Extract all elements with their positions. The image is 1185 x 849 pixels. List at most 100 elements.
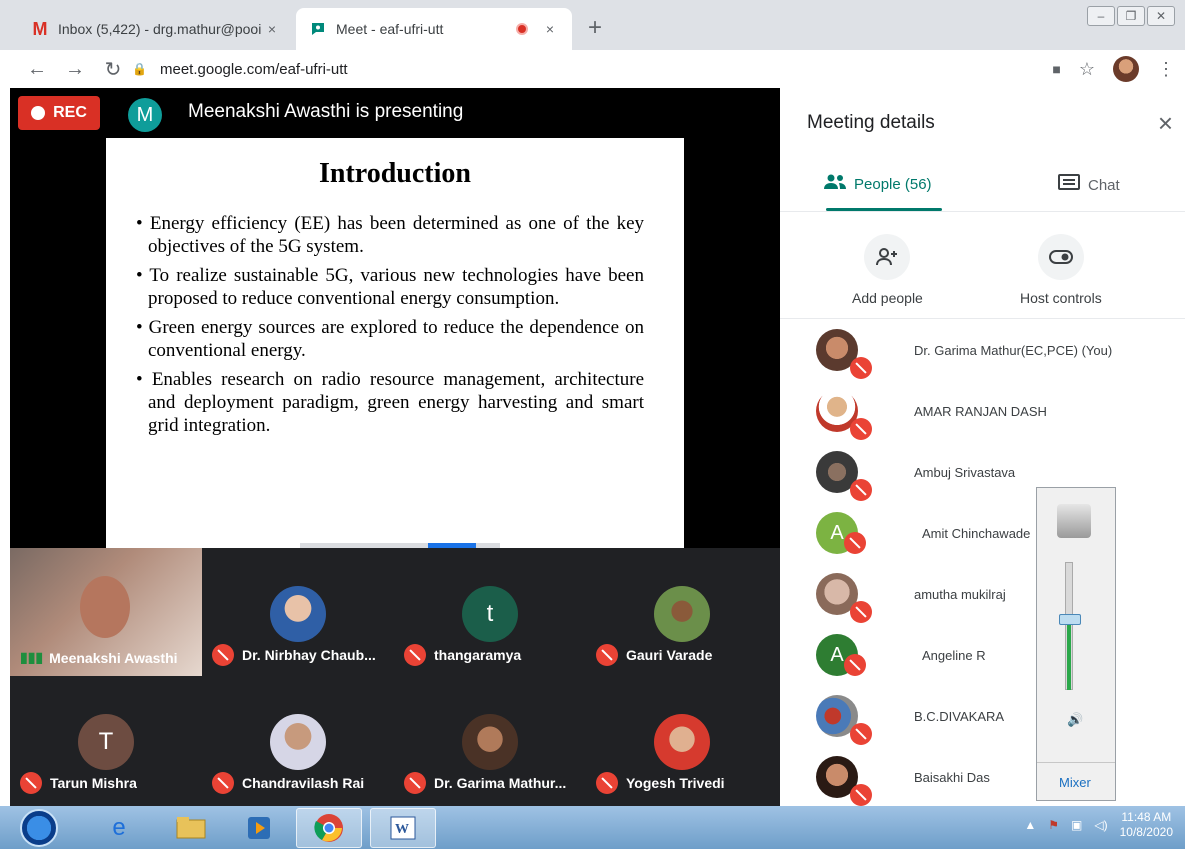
meet-icon (308, 19, 328, 39)
clock[interactable]: 11:48 AM 10/8/2020 (1120, 810, 1173, 840)
list-item[interactable]: amutha mukilraj (816, 564, 1176, 624)
avatar (816, 695, 872, 745)
speaker-mute-icon[interactable]: 🔊 (1067, 712, 1083, 728)
list-item[interactable]: AMAR RANJAN DASH (816, 381, 1176, 441)
list-item[interactable]: Baisakhi Das (816, 747, 1176, 807)
divider (780, 211, 1185, 212)
tile-label: ▮▮▮ Meenakshi Awasthi (20, 649, 178, 666)
address-bar[interactable]: 🔒 meet.google.com/eaf-ufri-utt (132, 54, 1112, 84)
host-controls-button[interactable]: Host controls (1020, 234, 1102, 306)
media-player-taskbar-icon[interactable] (226, 808, 292, 848)
mic-off-icon (850, 479, 872, 501)
start-button[interactable] (20, 809, 58, 847)
participant-name: Gauri Varade (626, 647, 713, 663)
participant-tile[interactable]: Chandravilash Rai (202, 676, 394, 804)
back-icon[interactable]: ← (18, 58, 56, 81)
participant-tile[interactable]: ▮▮▮ Meenakshi Awasthi (10, 548, 202, 676)
mic-off-icon (212, 644, 234, 666)
minimize-icon[interactable]: – (1087, 6, 1115, 26)
url-text: meet.google.com/eaf-ufri-utt (160, 60, 348, 78)
participant-tile[interactable]: T Tarun Mishra (10, 676, 202, 804)
list-item[interactable]: Ambuj Srivastava (816, 442, 1176, 502)
ie-taskbar-icon[interactable]: e (86, 808, 152, 848)
mixer-link[interactable]: Mixer (1059, 775, 1091, 790)
new-tab-button[interactable]: + (588, 14, 602, 42)
presenting-text: Meenakshi Awasthi is presenting (188, 101, 464, 122)
volume-slider-thumb[interactable] (1059, 613, 1081, 625)
reload-icon[interactable]: ↻ (94, 57, 132, 82)
bookmark-star-icon[interactable]: ☆ (1079, 59, 1095, 80)
participant-tile[interactable]: Dr. Garima Mathur... (394, 676, 586, 804)
slide: Introduction Energy efficiency (EE) has … (106, 138, 684, 548)
volume-mixer-popup: 🔊 Mixer (1036, 487, 1116, 801)
network-icon[interactable]: ▣ (1071, 818, 1082, 832)
participant-tile[interactable]: Yogesh Trivedi (586, 676, 778, 804)
restore-icon[interactable]: ❐ (1117, 6, 1145, 26)
system-tray: ▲ ⚑ ▣ ◁) 11:48 AM 10/8/2020 (1024, 810, 1173, 840)
explorer-taskbar-icon[interactable] (158, 808, 224, 848)
close-tab-icon[interactable]: × (262, 21, 282, 37)
participant-tiles: ▮▮▮ Meenakshi Awasthi Dr. Nirbhay Chaub.… (10, 548, 780, 806)
speaking-indicator-icon: ▮▮▮ (20, 649, 44, 665)
add-person-icon (864, 234, 911, 280)
browser-toolbar: ← → ↻ 🔒 meet.google.com/eaf-ufri-utt ■ ☆… (0, 50, 1185, 88)
tab-gmail[interactable]: M Inbox (5,422) - drg.mathur@pooi × (18, 8, 294, 50)
tile-label: Dr. Nirbhay Chaub... (212, 644, 376, 666)
participant-tile[interactable]: Gauri Varade (586, 548, 778, 676)
avatar (816, 390, 872, 440)
add-people-button[interactable]: Add people (852, 234, 923, 306)
avatar: T (78, 714, 134, 770)
tab-chat[interactable]: Chat (1058, 174, 1120, 196)
word-taskbar-icon[interactable]: W (370, 808, 436, 848)
avatar (270, 714, 326, 770)
person-name: amutha mukilraj (914, 586, 1006, 602)
volume-icon[interactable]: ◁) (1094, 818, 1107, 832)
mic-off-icon (850, 418, 872, 440)
participant-tile[interactable]: Dr. Nirbhay Chaub... (202, 548, 394, 676)
presentation-area: Introduction Energy efficiency (EE) has … (10, 138, 780, 549)
avatar: t (462, 586, 518, 642)
camera-icon[interactable]: ■ (1052, 61, 1060, 77)
mic-off-icon (850, 723, 872, 745)
recording-icon (516, 23, 528, 35)
tab-people[interactable]: People (56) (824, 174, 932, 194)
panel-title: Meeting details (807, 112, 935, 133)
host-controls-label: Host controls (1020, 290, 1102, 306)
mic-off-icon (404, 644, 426, 666)
action-center-icon[interactable]: ⚑ (1048, 818, 1059, 832)
forward-icon[interactable]: → (56, 58, 94, 81)
profile-avatar[interactable] (1113, 56, 1139, 82)
slide-title: Introduction (319, 158, 471, 189)
list-item[interactable]: A Angeline R (816, 625, 1176, 685)
meeting-details-panel: Meeting details × People (56) Chat Add p… (780, 88, 1185, 806)
close-panel-icon[interactable]: × (1158, 108, 1173, 139)
mic-off-icon (850, 784, 872, 806)
list-item[interactable]: B.C.DIVAKARA (816, 686, 1176, 746)
participant-tile[interactable]: t thangaramya (394, 548, 586, 676)
slide-bullet: To realize sustainable 5G, various new t… (136, 264, 644, 310)
window-controls: – ❐ ✕ (1087, 6, 1175, 26)
show-hidden-icons-icon[interactable]: ▲ (1024, 818, 1036, 832)
list-item[interactable]: Dr. Garima Mathur(EC,PCE) (You) (816, 320, 1176, 380)
chrome-taskbar-icon[interactable] (296, 808, 362, 848)
menu-kebab-icon[interactable]: ⋮ (1157, 59, 1175, 80)
divider (1037, 762, 1115, 763)
person-name: Dr. Garima Mathur(EC,PCE) (You) (914, 342, 1113, 358)
close-tab-icon[interactable]: × (540, 21, 560, 37)
participant-name: Dr. Nirbhay Chaub... (242, 647, 376, 663)
tab-people-label: People (56) (854, 175, 932, 193)
participant-name: thangaramya (434, 647, 522, 663)
person-name: Ambuj Srivastava (914, 464, 1016, 480)
toggle-icon (1037, 234, 1084, 280)
svg-text:W: W (395, 822, 409, 837)
participant-name: Tarun Mishra (50, 775, 137, 791)
clock-time: 11:48 AM (1121, 810, 1172, 824)
toolbar-actions: ■ ☆ ⋮ (1052, 56, 1175, 82)
participant-name: Yogesh Trivedi (626, 775, 725, 791)
mic-off-icon (596, 644, 618, 666)
tab-meet[interactable]: Meet - eaf-ufri-utt × (296, 8, 572, 50)
person-name: B.C.DIVAKARA (914, 708, 1005, 724)
avatar (654, 586, 710, 642)
list-item[interactable]: A Amit Chinchawade (816, 503, 1176, 563)
close-window-icon[interactable]: ✕ (1147, 6, 1175, 26)
